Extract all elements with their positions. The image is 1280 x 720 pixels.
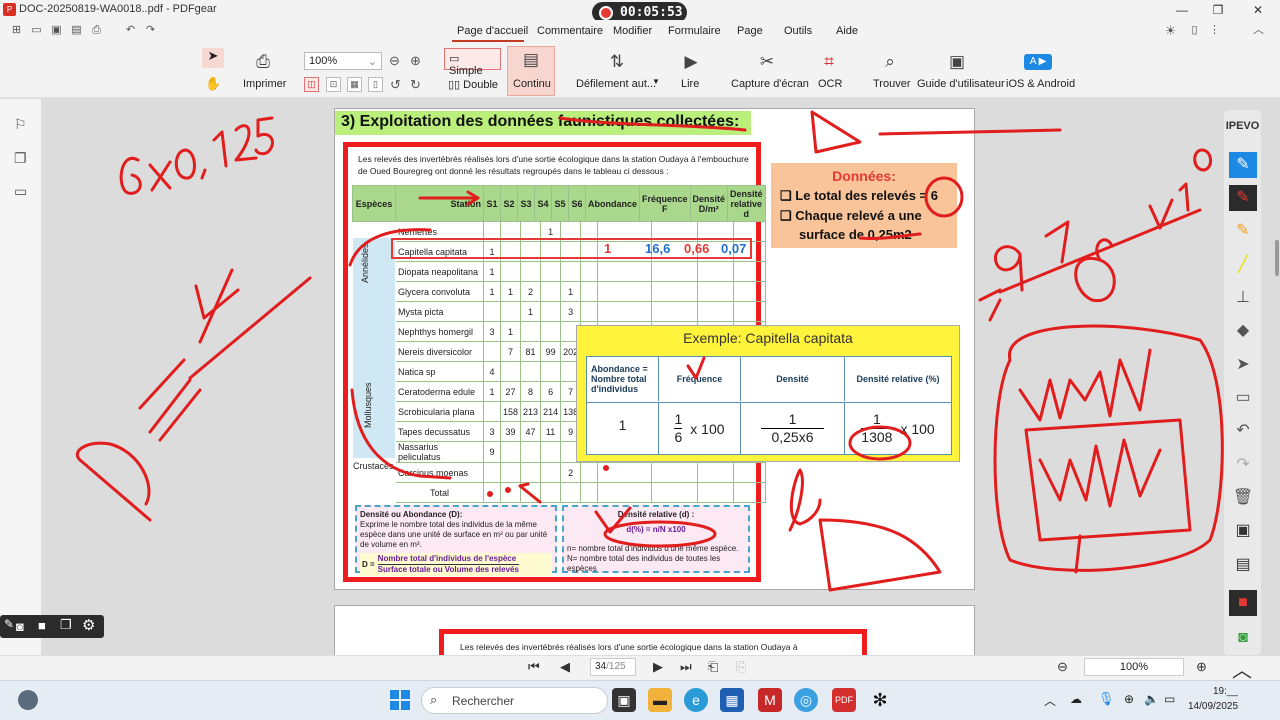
ink-handwriting <box>212 130 228 168</box>
ink-circle <box>848 425 912 461</box>
ipevo-draw-icon[interactable]: ✎ <box>1229 152 1257 178</box>
ipevo-capture-icon[interactable]: ▣ <box>1229 518 1257 544</box>
store-icon[interactable]: ▦ <box>720 688 744 712</box>
ink-stroke <box>998 208 1202 294</box>
ipevo-logo: IPEVO <box>1225 120 1260 132</box>
ipevo-camera-icon[interactable]: ◙ <box>1229 625 1257 651</box>
ipevo-pencil-icon[interactable]: ✎ <box>1229 218 1257 244</box>
window-mini-icon[interactable]: ❐ <box>60 617 72 633</box>
ipevo-trash-icon[interactable]: 🗑 <box>1229 485 1257 511</box>
ink-stroke <box>878 128 1062 136</box>
ink-handwriting <box>254 116 274 156</box>
app-icon-blue[interactable]: ◎ <box>794 688 818 712</box>
taskbar-search[interactable]: Rechercher <box>421 687 608 714</box>
edge-icon[interactable]: e <box>684 688 708 712</box>
ink-stroke <box>1074 534 1082 574</box>
ipevo-undo-icon[interactable]: ↶ <box>1229 418 1257 444</box>
ink-circle <box>924 176 964 218</box>
windows-start-icon[interactable] <box>390 690 410 710</box>
ink-handwriting <box>978 288 1002 322</box>
next-page-icon[interactable]: ▶ <box>653 659 663 675</box>
volume-icon[interactable]: 🔈 <box>1144 692 1159 706</box>
network-icon[interactable]: ⊕ <box>1124 692 1134 706</box>
scroll-up-icon[interactable]: ︿ <box>1232 654 1252 683</box>
go-back-icon[interactable]: ⎗ <box>708 659 718 675</box>
ipevo-stop-icon[interactable]: ■ <box>1229 590 1257 616</box>
ink-annotation-layer <box>76 110 1224 592</box>
ink-stroke <box>518 482 542 504</box>
ink-handwriting <box>234 124 258 162</box>
tray-expand-icon[interactable]: ︿ <box>1044 692 1056 709</box>
file-explorer-icon[interactable]: ▬ <box>648 688 672 712</box>
scrollbar-thumb[interactable] <box>1275 240 1279 276</box>
prev-page-icon[interactable]: ◀ <box>560 659 570 675</box>
ink-handwriting <box>119 156 142 195</box>
ink-dot <box>487 491 493 497</box>
cloud-icon[interactable]: ☁ <box>1070 692 1082 706</box>
ink-handwriting <box>194 268 240 344</box>
ink-handwriting <box>1038 438 1162 508</box>
ink-shape <box>810 110 862 154</box>
last-page-icon[interactable]: ⏭ <box>680 659 692 675</box>
ink-dot <box>603 465 609 471</box>
ink-handwriting <box>148 160 172 192</box>
page-input[interactable]: 34/125 <box>590 658 636 676</box>
camera-mini-icon[interactable]: ◙ <box>16 619 24 634</box>
first-page-icon[interactable]: ⏮ <box>528 659 540 675</box>
task-view-icon[interactable]: ▣ <box>612 688 636 712</box>
ipevo-board-icon[interactable]: ▤ <box>1229 552 1257 578</box>
search-icon: ⌕ <box>430 692 438 707</box>
ink-stroke <box>686 356 706 380</box>
taskbar <box>0 680 1280 720</box>
ink-stroke <box>350 388 452 480</box>
zoom-in-bottom-icon[interactable]: ⊕ <box>1196 659 1207 675</box>
ink-handwriting <box>1044 220 1070 264</box>
ipevo-stamp-icon[interactable]: ⊥ <box>1229 285 1257 311</box>
pen-mini-icon[interactable]: ✎ <box>4 617 14 631</box>
pdfgear-taskbar-icon[interactable]: PDF <box>832 688 856 712</box>
battery-icon[interactable]: ▭ <box>1164 692 1175 706</box>
clock[interactable]: 19:__ 14/09/2025 <box>1188 684 1238 714</box>
settings-mini-icon[interactable]: ⚙ <box>82 616 95 634</box>
ipevo-eraser-icon[interactable]: ◆ <box>1229 318 1257 344</box>
ink-handwriting <box>138 358 186 410</box>
ink-handwriting <box>174 148 196 180</box>
ipevo-redo-icon[interactable]: ↷ <box>1229 452 1257 478</box>
go-forward-icon[interactable]: ⎘ <box>736 659 746 675</box>
video-mini-icon[interactable]: ■ <box>38 618 46 633</box>
zoom-level[interactable]: 100% <box>1084 658 1184 676</box>
ipevo-toolbox-icon[interactable]: ▭ <box>1229 385 1257 411</box>
ink-handwriting <box>788 468 822 532</box>
ink-shape <box>818 518 942 592</box>
ink-stroke <box>348 228 432 267</box>
ink-handwriting <box>1178 182 1190 212</box>
mcafee-icon[interactable]: M <box>758 688 782 712</box>
ink-stroke <box>858 232 922 240</box>
ink-handwriting <box>1018 348 1152 422</box>
ink-handwriting <box>1193 148 1212 172</box>
ink-handwriting <box>76 441 152 522</box>
ink-dot <box>505 487 511 493</box>
ipevo-pointer-icon[interactable]: ➤ <box>1229 352 1257 378</box>
ink-handwriting <box>200 168 207 180</box>
microphone-icon[interactable]: 🎙 <box>1098 691 1115 707</box>
zoom-out-bottom-icon[interactable]: ⊖ <box>1057 659 1068 675</box>
chatgpt-icon[interactable]: ✻ <box>868 688 892 712</box>
ipevo-red-pen-icon[interactable]: ✎ <box>1229 185 1257 211</box>
ipevo-highlighter-icon[interactable]: ╱ <box>1229 252 1257 278</box>
ink-stroke <box>418 190 480 206</box>
ink-stroke <box>558 116 747 132</box>
ink-handwriting <box>188 276 312 380</box>
ink-circle <box>603 520 717 548</box>
widgets-icon[interactable] <box>18 690 38 710</box>
